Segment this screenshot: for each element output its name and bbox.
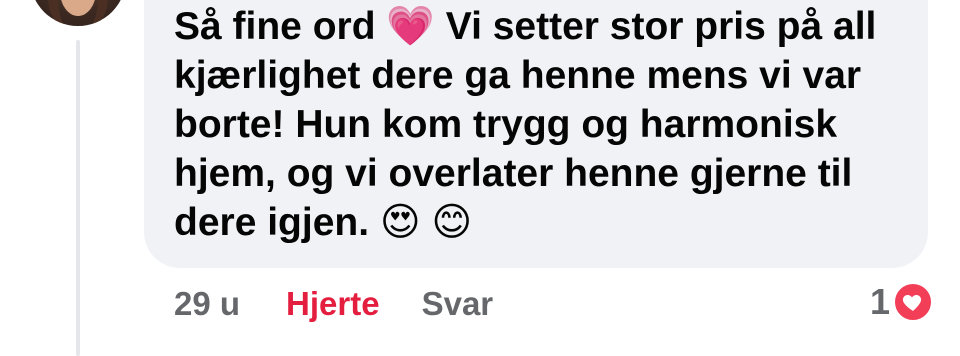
reply-button[interactable]: Svar (422, 285, 494, 323)
heart-button[interactable]: Hjerte (286, 285, 380, 323)
comment-bubble: Så fine ord 💗 Vi setter stor pris på all… (144, 0, 928, 268)
comment-text: Så fine ord 💗 Vi setter stor pris på all… (174, 5, 877, 244)
avatar[interactable] (30, 0, 126, 26)
comment-timestamp[interactable]: 29 u (174, 285, 240, 323)
heart-icon (892, 281, 935, 323)
reaction-count: 1 (870, 281, 891, 322)
reaction-summary[interactable]: 1 (870, 278, 935, 326)
comment-actions: 29 u Hjerte Svar (174, 282, 493, 326)
thread-line (76, 40, 80, 356)
